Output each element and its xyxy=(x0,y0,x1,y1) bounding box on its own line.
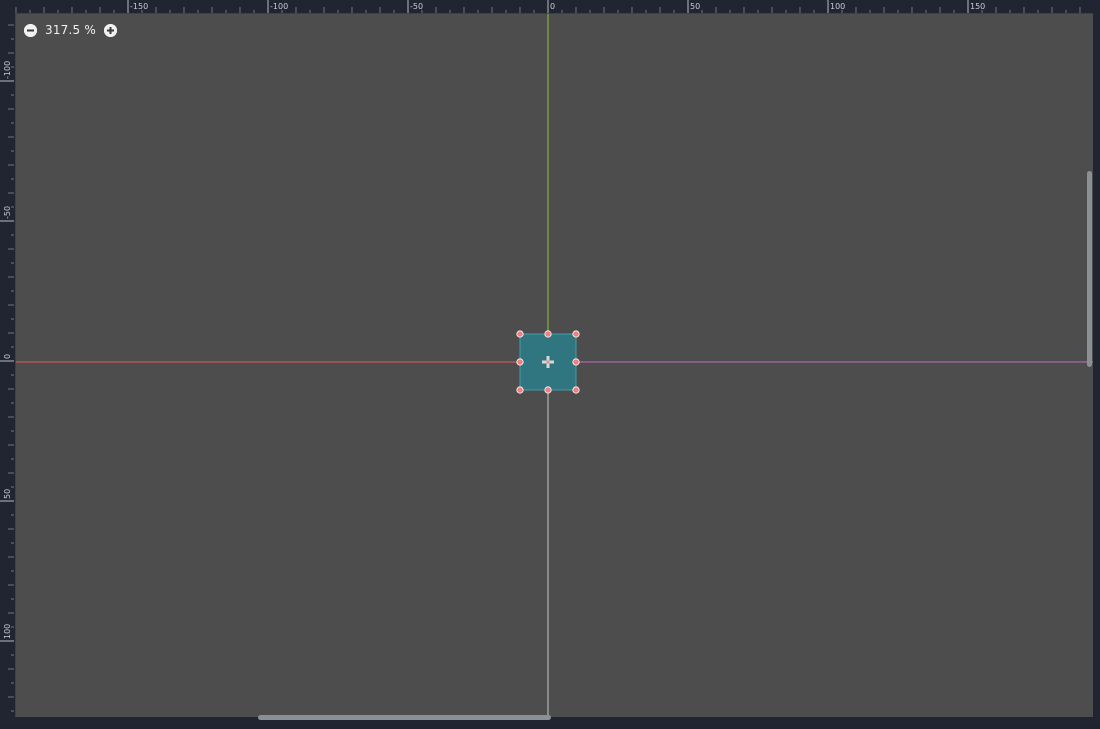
ruler-label: 100 xyxy=(3,624,12,639)
ruler-label: -50 xyxy=(3,206,12,219)
resize-handle-bottom-left[interactable] xyxy=(516,386,524,394)
resize-handle-top-right[interactable] xyxy=(572,330,580,338)
canvas-editor: -150 -100 -50 0 50 100 150 -100 -50 0 50 100 xyxy=(0,0,1100,725)
minus-circle-icon xyxy=(24,23,37,37)
vertical-scrollbar[interactable] xyxy=(1086,13,1093,717)
resize-handle-right[interactable] xyxy=(572,358,580,366)
ruler-label: 0 xyxy=(550,2,555,11)
canvas-viewport[interactable]: 317.5 % xyxy=(15,13,1093,717)
resize-handle-top-left[interactable] xyxy=(516,330,524,338)
bottom-border xyxy=(0,720,1100,725)
left-ruler[interactable]: -100 -50 0 50 100 xyxy=(0,0,15,725)
ruler-label: -150 xyxy=(130,2,148,11)
horizontal-scrollbar-thumb[interactable] xyxy=(258,715,551,720)
zoom-out-button[interactable] xyxy=(24,23,37,37)
selected-control-node[interactable] xyxy=(516,330,580,394)
ruler-label: 0 xyxy=(3,354,12,359)
ruler-label: 150 xyxy=(970,2,985,11)
resize-handle-top[interactable] xyxy=(544,330,552,338)
ruler-label: -100 xyxy=(3,61,12,79)
ruler-label: 50 xyxy=(3,489,12,499)
zoom-level-label[interactable]: 317.5 % xyxy=(45,23,96,37)
zoom-in-button[interactable] xyxy=(103,23,117,37)
zoom-controls: 317.5 % xyxy=(24,22,117,38)
ruler-label: 100 xyxy=(830,2,845,11)
ruler-label: -50 xyxy=(410,2,423,11)
vertical-scrollbar-thumb[interactable] xyxy=(1087,171,1092,367)
right-border xyxy=(1093,0,1100,725)
horizontal-scrollbar[interactable] xyxy=(15,713,1087,720)
resize-handle-bottom-right[interactable] xyxy=(572,386,580,394)
ruler-label: -100 xyxy=(270,2,288,11)
plus-circle-icon xyxy=(103,23,117,37)
ruler-corner xyxy=(0,0,15,15)
ruler-label: 50 xyxy=(690,2,700,11)
resize-handle-bottom[interactable] xyxy=(544,386,552,394)
resize-handle-left[interactable] xyxy=(516,358,524,366)
